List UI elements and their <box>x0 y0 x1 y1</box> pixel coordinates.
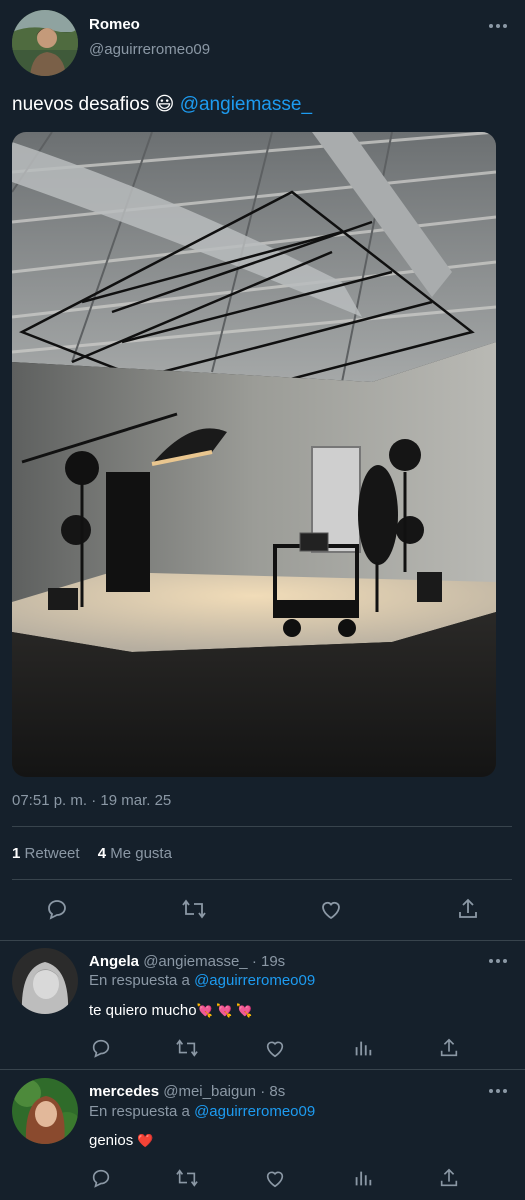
share-icon[interactable] <box>438 1167 460 1189</box>
reply-handle[interactable]: @angiemasse_ <box>143 953 247 970</box>
like-count: 4 <box>97 845 107 862</box>
like-icon[interactable] <box>264 1037 286 1059</box>
like-stat[interactable]: 4 Me gusta <box>98 845 172 862</box>
divider <box>0 940 525 941</box>
tweet-stats: 1 Retweet 4 Me gusta <box>12 845 172 862</box>
like-icon[interactable] <box>264 1167 286 1189</box>
more-icon[interactable] <box>488 22 508 30</box>
avatar-image <box>12 10 78 76</box>
like-label: Me gusta <box>110 845 172 862</box>
reply-context: En respuesta a @aguirreromeo09 <box>89 972 315 989</box>
reply-time[interactable]: · 8s <box>260 1083 285 1100</box>
analytics-icon[interactable] <box>352 1037 374 1059</box>
retweet-icon[interactable] <box>181 897 207 921</box>
more-icon[interactable] <box>488 1087 508 1095</box>
divider <box>12 879 512 880</box>
tweet-emoji: 😃 <box>154 94 175 115</box>
reply-text-main: te quiero mucho <box>89 1002 197 1019</box>
reply-name[interactable]: mercedes <box>89 1083 159 1100</box>
tweet-text: nuevos desafios 😃 @angiemasse_ <box>12 93 312 116</box>
analytics-icon[interactable] <box>352 1167 374 1189</box>
reply-to-link[interactable]: @aguirreromeo09 <box>194 972 315 989</box>
retweet-icon[interactable] <box>175 1167 199 1189</box>
reply-avatar[interactable] <box>12 948 78 1014</box>
tweet-timestamp[interactable]: 07:51 p. m. · 19 mar. 25 <box>12 792 171 809</box>
retweet-count: 1 <box>12 845 21 862</box>
divider <box>12 826 512 827</box>
more-icon[interactable] <box>488 957 508 965</box>
share-icon[interactable] <box>456 897 480 921</box>
studio-photo <box>12 132 496 777</box>
author-handle[interactable]: @aguirreromeo09 <box>89 41 210 58</box>
reply-avatar[interactable] <box>12 1078 78 1144</box>
reply-icon[interactable] <box>90 1167 112 1189</box>
divider <box>0 1069 525 1070</box>
author-name[interactable]: Romeo <box>89 16 140 33</box>
reply-handle[interactable]: @mei_baigun <box>163 1083 256 1100</box>
avatar-image <box>12 1078 78 1144</box>
reply-text-main: genios <box>89 1132 134 1149</box>
reply-prefix: En respuesta a <box>89 1103 190 1120</box>
reply-text: genios ❤️ <box>89 1132 154 1149</box>
reply-name[interactable]: Angela <box>89 953 139 970</box>
author-avatar[interactable] <box>12 10 78 76</box>
retweet-icon[interactable] <box>175 1037 199 1059</box>
reply-icon[interactable] <box>90 1037 112 1059</box>
retweet-stat[interactable]: 1 Retweet <box>12 845 84 862</box>
like-icon[interactable] <box>319 897 343 921</box>
tweet-text-main: nuevos desafios <box>12 94 150 115</box>
reply-icon[interactable] <box>45 897 69 921</box>
share-icon[interactable] <box>438 1037 460 1059</box>
tweet-mention[interactable]: @angiemasse_ <box>180 94 312 115</box>
reply-time[interactable]: · 19s <box>252 953 285 970</box>
reply-header: mercedes @mei_baigun · 8s <box>89 1083 285 1100</box>
reply-text: te quiero mucho💘 💘 💘 <box>89 1002 252 1019</box>
retweet-label: Retweet <box>24 845 80 862</box>
reply-header: Angela @angiemasse_ · 19s <box>89 953 285 970</box>
reply-emojis: ❤️ <box>137 1133 154 1148</box>
reply-to-link[interactable]: @aguirreromeo09 <box>194 1103 315 1120</box>
reply-prefix: En respuesta a <box>89 972 190 989</box>
reply-context: En respuesta a @aguirreromeo09 <box>89 1103 315 1120</box>
reply-emojis: 💘 💘 💘 <box>196 1003 253 1018</box>
avatar-image <box>12 948 78 1014</box>
tweet-photo[interactable] <box>12 132 496 777</box>
